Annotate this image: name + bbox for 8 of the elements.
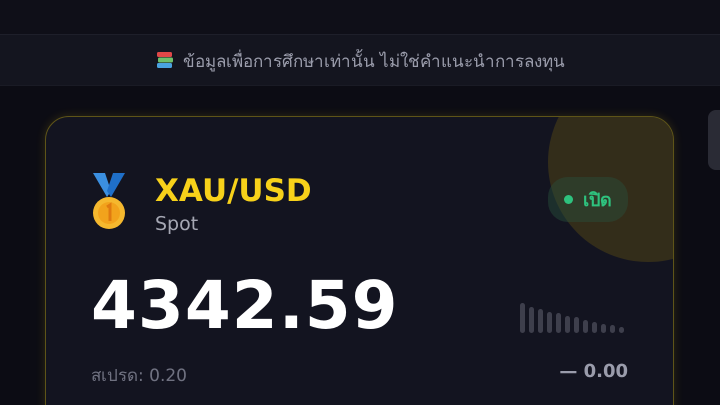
disclaimer-text: ข้อมูลเพื่อการศึกษาเท่านั้น ไม่ใช่คำแนะนำการลงทุน [182, 46, 566, 74]
spread-text: สเปรด: 0.20 [91, 365, 187, 388]
symbol-title: XAU/USD [155, 173, 312, 209]
quote-card[interactable]: XAU/USD Spot เปิด 4342.59 สเปรด: 0.20 — 0.00 [45, 116, 674, 405]
change-value: — 0.00 [559, 361, 628, 384]
market-type: Spot [155, 213, 200, 235]
price-value: 4342.59 [91, 273, 399, 339]
status-badge: เปิด [548, 177, 628, 222]
